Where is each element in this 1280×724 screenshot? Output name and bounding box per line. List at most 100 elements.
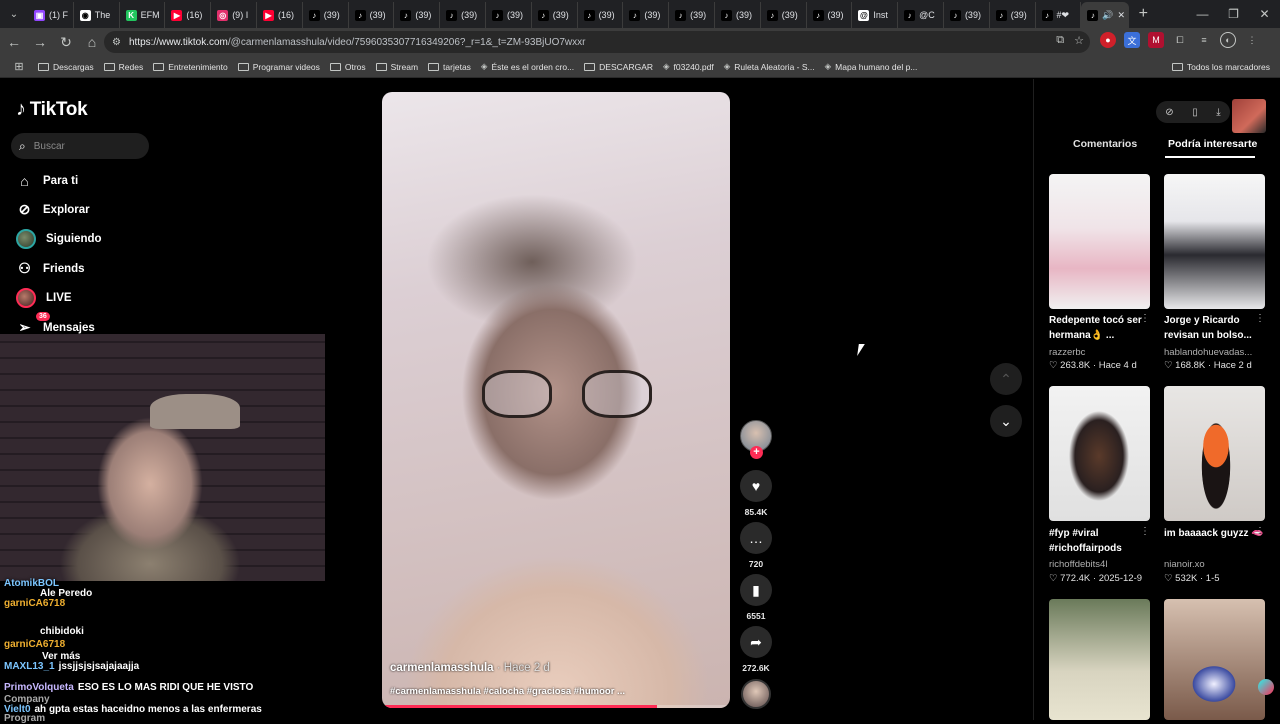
card-author[interactable]: razzerbc [1049, 347, 1085, 358]
nav-item-following[interactable]: Siguiendo [16, 229, 102, 249]
bookmark-item[interactable]: Entretenimiento [153, 62, 228, 72]
maximize-button[interactable]: ❐ [1218, 7, 1249, 21]
tab-suggested[interactable]: Podría interesarte [1168, 138, 1257, 150]
home-icon[interactable]: ⌂ [80, 30, 104, 54]
browser-tab[interactable]: ▣ (1) F [28, 2, 74, 28]
extension-red-icon[interactable]: ● [1100, 32, 1116, 48]
more-options-icon[interactable]: ⋮ [1140, 526, 1150, 537]
browser-tab[interactable]: ♪ (39) [623, 2, 670, 28]
floating-app-icon[interactable] [1258, 679, 1274, 695]
browser-tab[interactable]: ♪ (39) [440, 2, 486, 28]
tab-audio-icon[interactable]: 🔊 [1102, 10, 1113, 21]
back-icon[interactable]: ← [2, 30, 26, 54]
browser-tab[interactable]: ♪ (39) [349, 2, 395, 28]
profile-icon[interactable]: ◐ [1220, 32, 1236, 48]
bookmark-item[interactable]: Programar videos [237, 62, 320, 72]
site-info-icon[interactable]: ⚙ [112, 37, 121, 48]
video-player[interactable]: carmenlamasshula · Hace 2 d #carmenlamas… [382, 92, 730, 708]
comment-bubble-icon[interactable]: … [740, 522, 772, 554]
card-title[interactable]: im baaaack guyzz 🫦 [1164, 526, 1264, 541]
next-video-button[interactable]: ⌄ [990, 405, 1022, 437]
bookmark-star-icon[interactable]: ☆ [1074, 34, 1084, 47]
download-icon[interactable]: ⤓ [1216, 107, 1220, 118]
reload-icon[interactable]: ↻ [54, 30, 78, 54]
browser-tab[interactable]: ♪ @C [898, 2, 944, 28]
browser-tab-active[interactable]: ♪ 🔊 ✕ [1081, 2, 1130, 28]
card-author[interactable]: nianoir.xo [1164, 559, 1205, 570]
install-app-icon[interactable]: ⧉ [1056, 34, 1064, 47]
bookmark-item[interactable]: tarjetas [428, 62, 471, 72]
video-thumbnail[interactable] [1164, 386, 1265, 521]
search-input[interactable]: ⌕ Buscar [11, 133, 149, 159]
apps-grid-icon[interactable]: ⊞ [0, 60, 38, 73]
extension-m-icon[interactable]: M [1148, 32, 1164, 48]
music-disc-avatar[interactable] [741, 679, 771, 709]
tab-close-icon[interactable]: ✕ [1118, 10, 1126, 21]
nav-item-explore[interactable]: ⊘ Explorar [16, 201, 90, 218]
browser-menu-icon[interactable]: ⋮ [1244, 32, 1260, 48]
browser-tab[interactable]: ♪ (39) [807, 2, 853, 28]
browser-tab[interactable]: K EFM [120, 2, 166, 28]
bookmark-item[interactable]: Stream [375, 62, 418, 72]
comment-action[interactable]: … 720 [740, 522, 772, 569]
browser-tab[interactable]: ♪ (39) [532, 2, 578, 28]
share-arrow-icon[interactable]: ➦ [740, 626, 772, 658]
video-thumbnail[interactable] [1164, 599, 1265, 720]
nav-item-for-you[interactable]: ⌂ Para ti [16, 172, 78, 189]
more-options-icon[interactable]: ⋮ [1255, 526, 1265, 537]
follow-plus-icon[interactable]: + [750, 446, 763, 459]
browser-tab[interactable]: ▶ (16) [165, 2, 212, 28]
translate-extension-icon[interactable]: 文 [1124, 32, 1140, 48]
video-thumbnail[interactable] [1164, 174, 1265, 309]
new-tab-button[interactable]: + [1129, 5, 1157, 23]
bookmark-icon[interactable]: ▮ [740, 574, 772, 606]
media-controls-icon[interactable]: ≡ [1196, 32, 1212, 48]
card-title[interactable]: #fyp #viral #richoffairpods [1049, 526, 1149, 556]
bookmark-item[interactable]: Descargas [38, 62, 94, 72]
video-thumbnail[interactable] [1049, 174, 1150, 309]
video-thumbnail[interactable] [1049, 386, 1150, 521]
browser-tab[interactable]: ♪ (39) [486, 2, 532, 28]
browser-tab[interactable]: ♪ #❤ [1036, 2, 1082, 28]
browser-tab[interactable]: ♪ (39) [715, 2, 761, 28]
browser-tab[interactable]: ♪ (39) [303, 2, 349, 28]
browser-tab[interactable]: ◉ The [74, 2, 120, 28]
card-title[interactable]: Jorge y Ricardo revisan un bolso... [1164, 313, 1264, 343]
minimize-button[interactable]: — [1187, 7, 1218, 21]
browser-tab[interactable]: ♪ (39) [578, 2, 624, 28]
like-action[interactable]: ♥ 85.4K [740, 470, 772, 517]
video-progress-bar[interactable] [382, 705, 730, 708]
profile-avatar[interactable] [1232, 99, 1266, 133]
compass-icon[interactable]: ⊘ [1165, 107, 1173, 118]
close-window-button[interactable]: ✕ [1249, 7, 1280, 21]
phone-icon[interactable]: ▯ [1192, 107, 1198, 118]
tiktok-logo[interactable]: ♪ TikTok [16, 98, 88, 121]
card-author[interactable]: richoffdebits4l [1049, 559, 1107, 570]
save-action[interactable]: ▮ 6551 [740, 574, 772, 621]
card-title[interactable]: Redepente tocó ser hermana👌 ... [1049, 313, 1149, 343]
tab-comments[interactable]: Comentarios [1073, 138, 1137, 150]
browser-tab[interactable]: ▶ (16) [257, 2, 303, 28]
video-caption-author[interactable]: carmenlamasshula · Hace 2 d [390, 662, 550, 674]
share-action[interactable]: ➦ 272.6K [740, 626, 772, 673]
heart-icon[interactable]: ♥ [740, 470, 772, 502]
bookmark-item[interactable]: DESCARGAR [584, 62, 653, 72]
previous-video-button[interactable]: ⌃ [990, 363, 1022, 395]
bookmark-item[interactable]: Redes [103, 62, 143, 72]
bookmark-item[interactable]: ◈ Mapa humano del p... [825, 61, 918, 72]
tab-search-menu-icon[interactable]: ⌄ [0, 0, 28, 28]
more-options-icon[interactable]: ⋮ [1140, 313, 1150, 324]
card-author[interactable]: hablandohuevadas... [1164, 347, 1252, 358]
browser-tab[interactable]: ♪ (39) [990, 2, 1036, 28]
video-description[interactable]: #carmenlamasshula #calocha #graciosa #hu… [390, 686, 625, 697]
browser-tab[interactable]: ♪ (39) [944, 2, 990, 28]
forward-icon[interactable]: → [28, 30, 52, 54]
nav-item-friends[interactable]: ⚇ Friends [16, 260, 84, 277]
more-options-icon[interactable]: ⋮ [1255, 313, 1265, 324]
browser-tab[interactable]: ♪ (39) [761, 2, 807, 28]
bookmark-item[interactable]: ◈ Ruleta Aleatoria - S... [724, 61, 815, 72]
bookmark-item[interactable]: ◈ f03240.pdf [663, 61, 714, 72]
nav-item-live[interactable]: LIVE [16, 288, 72, 308]
browser-tab[interactable]: @ Inst [852, 2, 899, 28]
browser-tab[interactable]: ♪ (39) [669, 2, 715, 28]
